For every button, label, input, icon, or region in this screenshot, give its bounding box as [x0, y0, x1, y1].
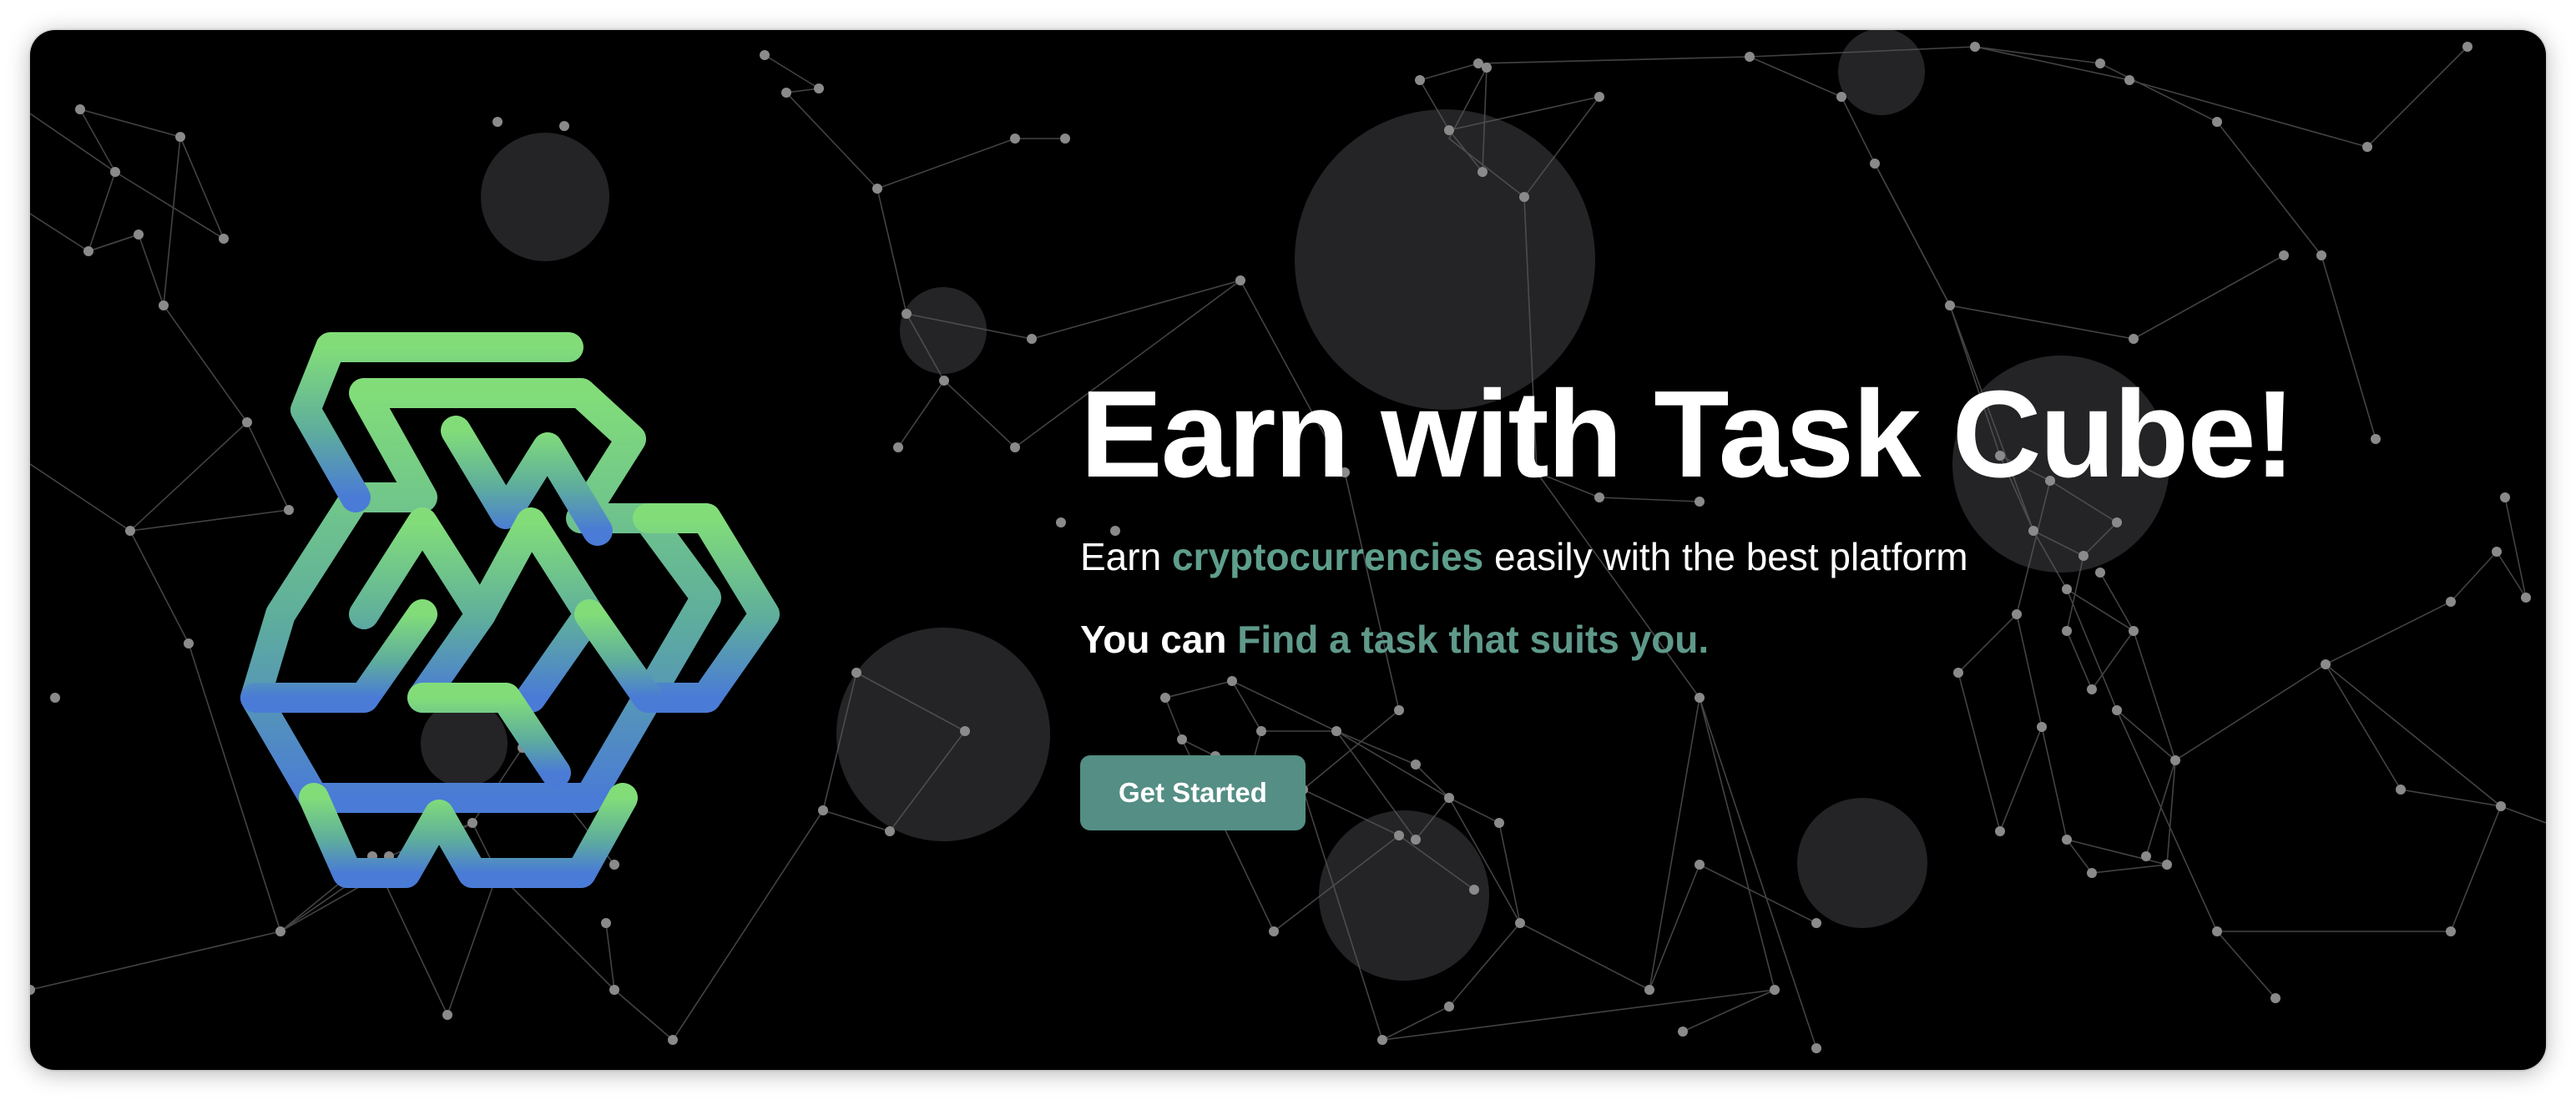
hero-banner: Earn with Task Cube! Earn cryptocurrenci…	[30, 30, 2546, 1070]
tagline-prefix: You can	[1080, 618, 1238, 662]
subtitle-suffix: easily with the best platform	[1483, 535, 1968, 579]
get-started-button[interactable]: Get Started	[1080, 754, 1306, 830]
hero-subtitle: Earn cryptocurrencies easily with the be…	[1080, 534, 2499, 580]
tagline-highlight: Find a task that suits you.	[1237, 618, 1710, 662]
task-cube-logo-icon	[240, 332, 780, 888]
hero-tagline: You can Find a task that suits you.	[1080, 617, 2499, 663]
subtitle-prefix: Earn	[1080, 535, 1172, 579]
hero-content: Earn with Task Cube! Earn cryptocurrenci…	[1080, 364, 2499, 830]
hero-title: Earn with Task Cube!	[1080, 366, 2296, 503]
subtitle-highlight: cryptocurrencies	[1171, 535, 1484, 579]
